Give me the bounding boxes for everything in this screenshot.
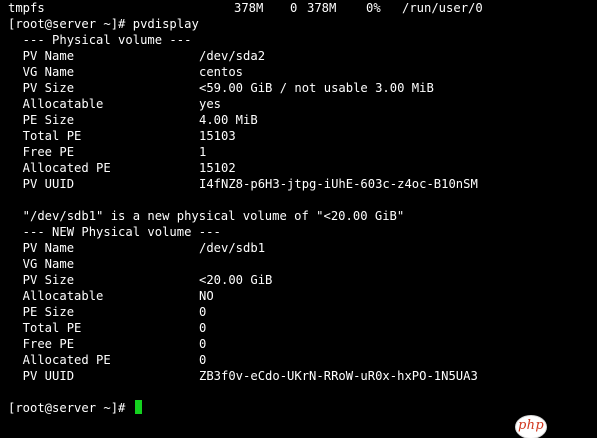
pv-field-row: PE Size 4.00 MiB [8,112,597,128]
pv-field-value: ZB3f0v-eCdo-UKrN-RRoW-uR0x-hxPO-1N5UA3 [199,369,478,383]
pv-field-row: PV Name/dev/sda2 [8,48,597,64]
pv-field-label: PV Name [8,49,75,63]
pv-field-row: Allocated PE 15102 [8,160,597,176]
pv-field-value: yes [199,97,222,111]
pv-field-row: Allocatable NO [8,288,597,304]
pv-field-row: PV Size <20.00 GiB [8,272,597,288]
pv-field-label: PE Size [8,305,75,319]
pv-field-label: Allocatable [8,97,104,111]
pv-field-value: 0 [199,353,207,367]
pv-field-value: 0 [199,305,207,319]
terminal-window[interactable]: tmpfs 378M 0 378M 0% /run/user/0 [root@s… [8,0,597,438]
command-text: pvdisplay [132,17,199,31]
new-physical-volume-block: --- NEW Physical volume --- PV Name/dev/… [8,224,597,384]
command-line: [root@server ~]# pvdisplay [8,16,597,32]
pv-field-label: VG Name [8,65,75,79]
pv-field-value: 0 [199,337,207,351]
pv-field-value: I4fNZ8-p6H3-jtpg-iUhE-603c-z4oc-B10nSM [199,177,478,191]
df-used: 0 [290,1,298,15]
pv-field-label: PV UUID [8,177,75,191]
final-prompt-line[interactable]: [root@server ~]# [8,400,597,416]
pv-field-row: Allocatable yes [8,96,597,112]
pv-field-value: 1 [199,145,207,159]
pv-field-label: PV Size [8,273,75,287]
pv-field-value: centos [199,65,244,79]
pv-field-value: 4.00 MiB [199,113,258,127]
df-filesystem: tmpfs [8,1,45,15]
shell-prompt: [root@server ~]# [8,17,133,31]
pv-field-row: PV Name/dev/sdb1 [8,240,597,256]
pv-field-label: Allocated PE [8,161,111,175]
new-pv-notice: "/dev/sdb1" is a new physical volume of … [8,209,405,223]
pv-field-row: Total PE 0 [8,320,597,336]
shell-prompt: [root@server ~]# [8,401,133,415]
pv-field-row: Total PE 15103 [8,128,597,144]
df-output-line: tmpfs 378M 0 378M 0% /run/user/0 [8,0,597,16]
df-size: 378M [234,1,264,15]
pv-field-label: Allocated PE [8,353,111,367]
pv-field-label: Allocatable [8,289,104,303]
pv-field-label: PE Size [8,113,75,127]
pv-field-value: 15102 [199,161,236,175]
df-use-percent: 0% [366,1,381,15]
pv-field-row: VG Name [8,256,597,272]
df-avail: 378M [307,1,337,15]
df-mount-point: /run/user/0 [402,1,483,15]
pv-field-row: VG Name centos [8,64,597,80]
pv-field-label: Total PE [8,129,82,143]
pv-field-value: <20.00 GiB [199,273,273,287]
pv-field-row: PV UUID I4fNZ8-p6H3-jtpg-iUhE-603c-z4oc-B… [8,176,597,192]
pv-field-label: PV UUID [8,369,75,383]
pv-field-value: /dev/sdb1 [199,241,266,255]
pv-section-header: --- NEW Physical volume --- [8,225,221,239]
pv-field-row: Allocated PE 0 [8,352,597,368]
pv-field-label: PV Size [8,81,75,95]
pv-field-row: PV Size <59.00 GiB / not usable 3.00 MiB [8,80,597,96]
php-watermark-logo: php [516,416,546,438]
pv-field-row: PE Size 0 [8,304,597,320]
pv-field-label: Free PE [8,145,75,159]
pv-field-label: Total PE [8,321,82,335]
pv-section-header: --- Physical volume --- [8,33,192,47]
pv-field-label: PV Name [8,241,75,255]
pv-field-value: 15103 [199,129,236,143]
pv-field-value: <59.00 GiB / not usable 3.00 MiB [199,81,434,95]
pv-field-value: /dev/sda2 [199,49,266,63]
pv-field-value: 0 [199,321,207,335]
physical-volume-block: --- Physical volume --- PV Name/dev/sda2… [8,32,597,192]
pv-field-label: VG Name [8,257,75,271]
pv-field-value: NO [199,289,214,303]
pv-field-row: PV UUID ZB3f0v-eCdo-UKrN-RRoW-uR0x-hxPO-1… [8,368,597,384]
cursor-block [134,400,142,414]
pv-field-row: Free PE 1 [8,144,597,160]
pv-field-row: Free PE 0 [8,336,597,352]
pv-field-label: Free PE [8,337,75,351]
